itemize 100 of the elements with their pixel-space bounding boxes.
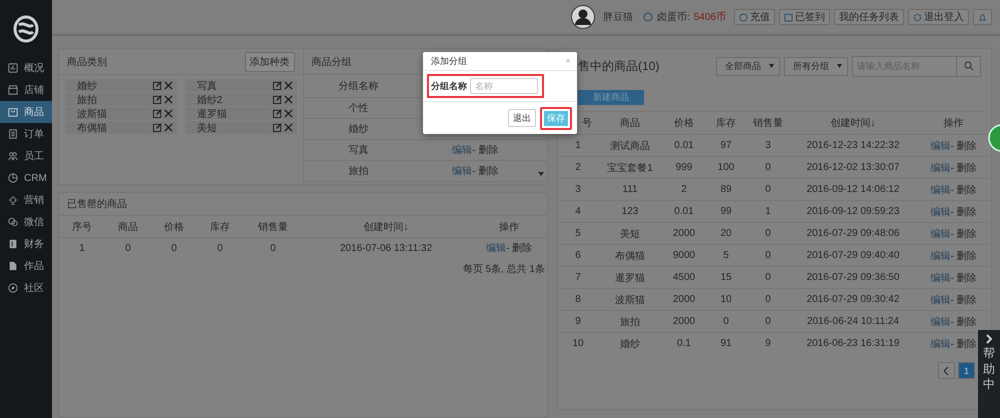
edit-icon[interactable] (272, 95, 282, 104)
delete-link[interactable]: - 删除 (950, 162, 977, 174)
delete-icon[interactable] (164, 109, 173, 118)
sidebar-item[interactable]: 店铺 (0, 79, 52, 101)
delete-icon[interactable] (164, 95, 173, 104)
table-cell-text: 0 (764, 294, 772, 305)
delete-icon[interactable] (284, 95, 292, 104)
sidebar-item[interactable]: 员工 (0, 145, 52, 167)
table-cell-text: 0 (764, 184, 772, 195)
logo-drawing (13, 14, 39, 42)
sidebar-item[interactable]: 微信 (0, 211, 52, 233)
input-field[interactable]: 名称 (470, 78, 538, 94)
table-cell-text: 1 (78, 242, 86, 254)
table-cell-text: 3 (574, 184, 582, 195)
sidebar-item[interactable]: 概况 (0, 57, 52, 79)
sidebar-item[interactable]: 社区 (0, 277, 52, 299)
sidebar-item[interactable]: CRM (0, 167, 52, 189)
edit-link[interactable]: 编辑 (930, 338, 950, 350)
column-header: 库存 (209, 220, 231, 234)
delete-icon[interactable] (164, 81, 173, 90)
search-button[interactable] (957, 56, 981, 76)
category-item[interactable]: 美短 (184, 121, 296, 134)
delete-link[interactable]: - 删除 (950, 316, 977, 328)
floating-badge-icon[interactable] (988, 124, 1000, 152)
table-cell-text: 0.01 (673, 140, 695, 151)
edit-link[interactable]: 编辑 (930, 272, 950, 284)
category-item[interactable]: 写真 (184, 79, 296, 92)
panel-title: 已售罄的商品 (67, 198, 127, 211)
header-button[interactable]: 我的任务列表 (834, 9, 904, 25)
table-cell-text: 91 (719, 338, 733, 349)
sidebar-item[interactable]: 营销 (0, 189, 52, 211)
delete-link[interactable]: - 删除 (950, 272, 977, 284)
sidebar-item[interactable]: 作品 (0, 255, 52, 277)
edit-link[interactable]: 编辑 (930, 294, 950, 306)
edit-link[interactable]: 编辑 (452, 166, 472, 177)
category-item[interactable]: 婚纱 (65, 79, 177, 92)
edit-icon[interactable] (272, 123, 282, 132)
delete-link[interactable]: - 删除 (950, 228, 977, 240)
delete-link[interactable]: - 删除 (950, 338, 977, 350)
edit-icon[interactable] (152, 123, 162, 132)
delete-link[interactable]: - 删除 (472, 145, 498, 156)
table-cell-text: 0 (722, 316, 730, 327)
new-product-button[interactable]: 新建商品 (578, 90, 644, 104)
delete-link[interactable]: - 删除 (950, 206, 977, 218)
edit-link[interactable]: 编辑 (930, 250, 950, 262)
edit-link[interactable]: 编辑 (452, 145, 472, 156)
edit-link[interactable]: 编辑 (930, 162, 950, 174)
column-header: 销售量 (257, 220, 289, 234)
edit-icon[interactable] (152, 109, 162, 118)
sidebar-item[interactable]: 商品 (0, 101, 52, 123)
category-item[interactable]: 暹罗猫 (184, 107, 296, 120)
filter-dropdown[interactable]: 所有分组 (784, 56, 848, 76)
username[interactable]: 胖豆猫 (602, 10, 633, 24)
delete-link[interactable]: - 删除 (506, 243, 532, 254)
edit-link[interactable]: 编辑 (930, 316, 950, 328)
table-cell-text: 0 (764, 250, 772, 261)
edit-icon[interactable] (152, 81, 162, 90)
sidebar-item[interactable]: 财务 (0, 233, 52, 255)
delete-link[interactable]: - 删除 (950, 140, 977, 152)
header-button[interactable]: 退出登入 (908, 9, 969, 25)
table-cell-text: 2016-06-24 10:11:24 (806, 316, 900, 327)
previous-page-button[interactable] (938, 362, 955, 379)
edit-link[interactable]: 编辑 (486, 243, 506, 254)
edit-link[interactable]: 编辑 (930, 206, 950, 218)
category-item[interactable]: 波斯猫 (65, 107, 177, 120)
table-cell-text: 旅拍 (348, 164, 370, 178)
delete-icon[interactable] (284, 109, 292, 118)
edit-icon[interactable] (272, 109, 282, 118)
edit-link[interactable]: 编辑 (930, 140, 950, 152)
edit-link[interactable]: 编辑 (930, 228, 950, 240)
cancel-button[interactable]: 退出 (508, 109, 536, 127)
table-cell-text: 0 (764, 162, 772, 173)
scroll-down-icon[interactable] (538, 172, 544, 176)
header-button[interactable]: 已签到 (779, 9, 830, 25)
page-button[interactable]: 1 (958, 362, 975, 379)
category-item[interactable]: 布偶猫 (65, 121, 177, 134)
delete-link[interactable]: - 删除 (950, 250, 977, 262)
help-tab[interactable]: 帮助中 (978, 330, 1000, 418)
category-item[interactable]: 婚纱2 (184, 93, 296, 106)
bulb-icon (8, 195, 18, 205)
add-category-button[interactable]: 添加种类 (244, 52, 294, 72)
sidebar-item[interactable]: 订单 (0, 123, 52, 145)
delete-icon[interactable] (164, 123, 173, 132)
header-button[interactable]: 充值 (734, 9, 775, 25)
filter-dropdown[interactable]: 全部商品 (716, 56, 780, 76)
delete-link[interactable]: - 删除 (950, 294, 977, 306)
edit-link[interactable]: 编辑 (930, 184, 950, 196)
column-header: 创建时间↓ (830, 116, 876, 130)
delete-link[interactable]: - 删除 (950, 184, 977, 196)
table-cell-text: 旅拍 (619, 316, 641, 328)
table-cell-text: 2000 (672, 294, 696, 305)
edit-icon[interactable] (152, 95, 162, 104)
notification-button[interactable] (973, 9, 992, 25)
category-item[interactable]: 旅拍 (65, 93, 177, 106)
table-cell-text: 15 (719, 272, 733, 283)
delete-icon[interactable] (284, 123, 292, 132)
delete-icon[interactable] (284, 81, 292, 90)
delete-link[interactable]: - 删除 (472, 166, 498, 177)
edit-icon[interactable] (272, 81, 282, 90)
save-button[interactable]: 保存 (540, 106, 572, 130)
